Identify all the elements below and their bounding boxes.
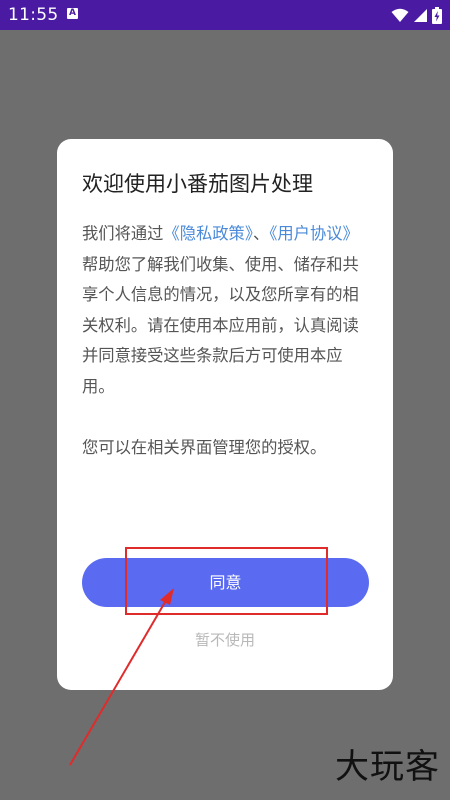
dialog-body: 我们将通过《隐私政策》、《用户协议》帮助您了解我们收集、使用、储存和共享个人信息… xyxy=(82,219,372,463)
privacy-policy-link[interactable]: 《隐私政策》 xyxy=(163,224,253,243)
dialog-title: 欢迎使用小番茄图片处理 xyxy=(82,172,313,196)
status-bar: 11:55 A xyxy=(0,0,450,30)
watermark-logo: 大玩客 xyxy=(335,747,440,787)
user-agreement-link[interactable]: 《用户协议》 xyxy=(269,224,359,243)
status-icons xyxy=(391,6,442,24)
annotation-highlight-box xyxy=(125,547,328,615)
dialog-paragraph-1: 我们将通过《隐私政策》、《用户协议》帮助您了解我们收集、使用、储存和共享个人信息… xyxy=(82,219,372,402)
body-intro: 我们将通过 xyxy=(82,224,164,243)
signal-icon xyxy=(413,8,428,23)
screen: 11:55 A 欢迎使用小番茄图片处理 我们将通过《隐私政策》、《用户协议》帮助… xyxy=(0,0,450,800)
status-time: 11:55 xyxy=(8,5,59,25)
dialog-paragraph-2: 您可以在相关界面管理您的授权。 xyxy=(82,437,327,457)
wifi-icon xyxy=(391,8,409,23)
body-separator: 、 xyxy=(252,224,270,243)
notification-a-icon: A xyxy=(67,8,78,19)
decline-button[interactable]: 暂不使用 xyxy=(57,629,393,650)
battery-icon xyxy=(432,6,442,24)
body-rest: 帮助您了解我们收集、使用、储存和共享个人信息的情况，以及您所享有的相关权利。请在… xyxy=(82,254,359,396)
